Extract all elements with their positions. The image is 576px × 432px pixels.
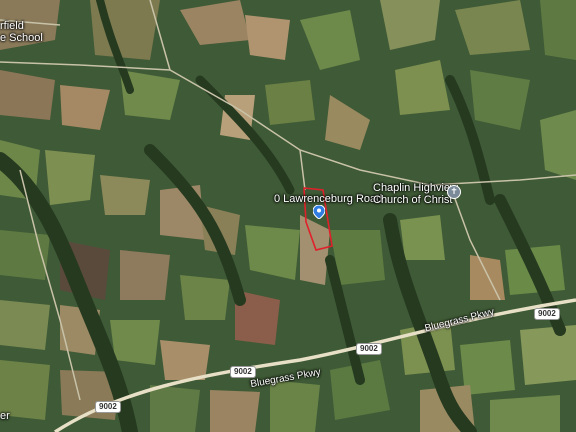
route-shield-west: 9002 (230, 366, 256, 378)
parcel-address-label[interactable]: 0 Lawrenceburg Road (274, 193, 382, 205)
route-shield-center: 9002 (356, 343, 382, 355)
satellite-map[interactable]: rfield e School 0 Lawrenceburg Road Chap… (0, 0, 576, 432)
church-cross-icon[interactable]: ✝ (447, 185, 461, 199)
corner-partial-label: er (0, 410, 10, 422)
church-label[interactable]: Chaplin Highview Church of Christ (373, 182, 458, 206)
satellite-terrain[interactable] (0, 0, 576, 432)
location-pin-icon[interactable] (312, 204, 326, 220)
route-shield-southwest: 9002 (95, 401, 121, 413)
church-label-line1: Chaplin Highview (373, 182, 458, 194)
church-label-line2: Church of Christ (373, 194, 453, 207)
school-label-line1: rfield (0, 20, 24, 32)
route-shield-east: 9002 (534, 308, 560, 320)
school-label[interactable]: rfield e School (0, 20, 43, 44)
school-label-line2: e School (0, 32, 43, 45)
